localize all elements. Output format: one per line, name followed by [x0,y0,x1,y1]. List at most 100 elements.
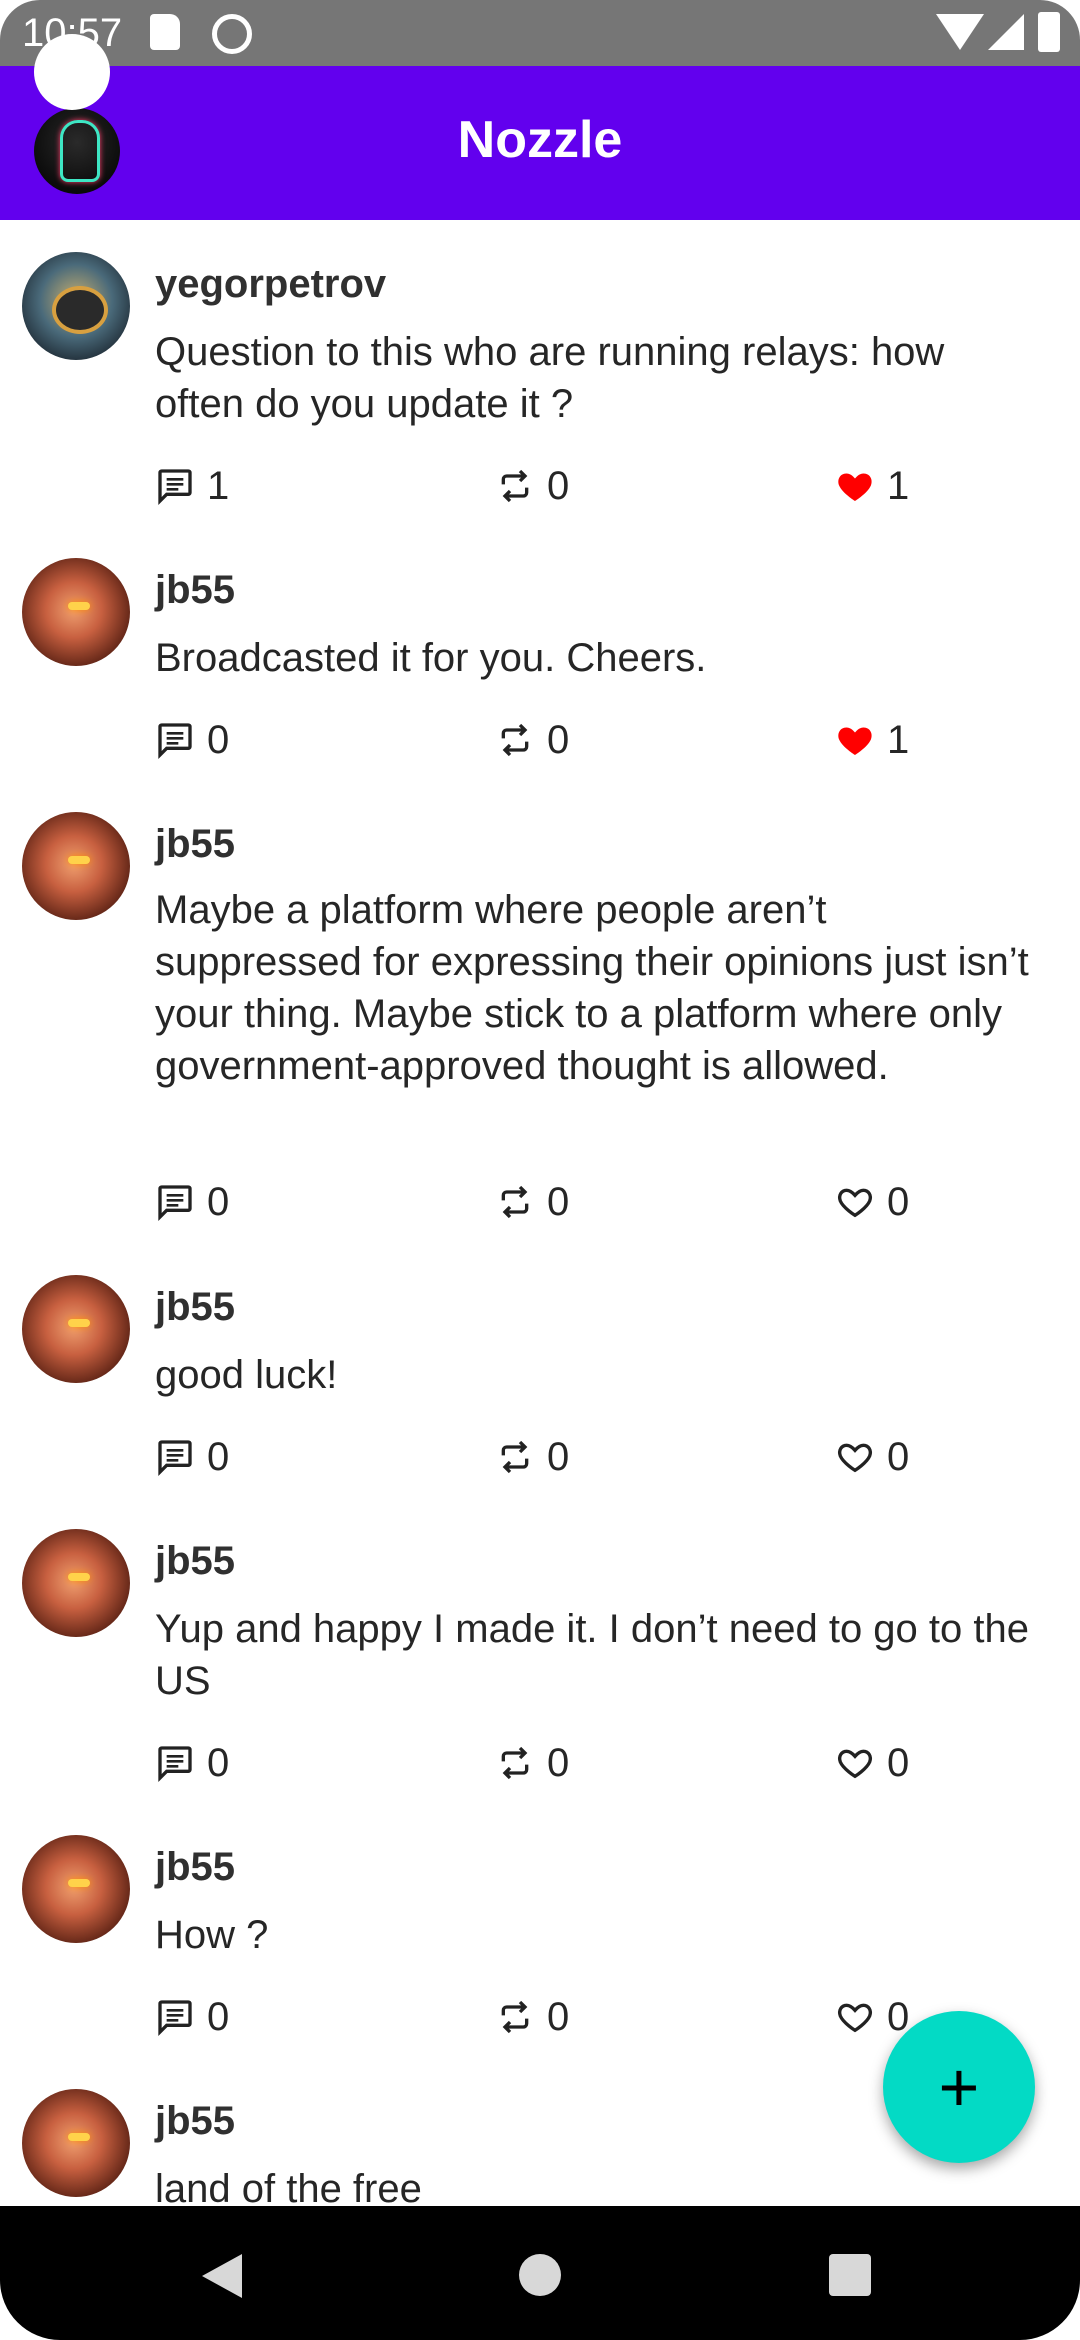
boost-count: 0 [547,463,570,508]
post-text: Broadcasted it for you. Cheers. [155,636,707,680]
reply-button[interactable]: 1 [155,461,229,511]
post-item[interactable]: jb55 How ? 0 0 0 [0,1799,1080,2053]
post-author: jb55 [155,822,236,866]
boost-button[interactable]: 0 [495,715,569,765]
post-text: Question to this who are running relays:… [155,330,945,426]
plus-icon: + [938,2048,980,2126]
like-count: 0 [887,1179,910,1224]
reply-button[interactable]: 0 [155,1738,229,1788]
boost-button[interactable]: 0 [495,1738,569,1788]
like-button[interactable]: 0 [835,1738,909,1788]
boost-count: 0 [547,1179,570,1224]
heart-filled-icon [838,473,872,501]
boost-button[interactable]: 0 [495,1432,569,1482]
battery-icon [1038,12,1060,52]
reply-count: 0 [207,1179,230,1224]
reply-button[interactable]: 0 [155,715,229,765]
post-author: yegorpetrov [155,262,387,306]
comment-icon [158,469,192,506]
avatar[interactable] [22,1529,130,1637]
post-actions: 0 0 0 [155,1177,1035,1227]
post-actions: 0 0 0 [155,1738,1035,1788]
sync-icon [212,14,252,54]
post-item[interactable]: jb55 Maybe a platform where people aren’… [0,776,1080,1239]
post-text: land of the free [155,2167,422,2206]
post-author: jb55 [155,1539,236,1583]
post-item[interactable]: jb55 Yup and happy I made it. I don’t ne… [0,1493,1080,1799]
reply-count: 0 [207,1994,230,2039]
boost-button[interactable]: 0 [495,461,569,511]
post-item[interactable]: jb55 good luck! 0 0 0 [0,1239,1080,1493]
repost-icon [501,1185,529,1219]
post-text: good luck! [155,1353,338,1397]
like-count: 0 [887,1740,910,1785]
like-button[interactable]: 1 [835,715,909,765]
sd-card-icon [150,14,180,50]
like-button[interactable]: 0 [835,1992,909,2042]
avatar[interactable] [22,252,130,360]
recents-icon[interactable] [829,2254,871,2296]
like-button[interactable]: 0 [835,1432,909,1482]
compose-fab[interactable]: + [883,2011,1035,2163]
boost-count: 0 [547,1434,570,1479]
repost-icon [501,2000,529,2034]
reply-count: 0 [207,1740,230,1785]
feed-list[interactable]: yegorpetrov Question to this who are run… [0,220,1080,2206]
reply-button[interactable]: 0 [155,1177,229,1227]
cell-signal-icon [988,14,1024,50]
reply-button[interactable]: 0 [155,1992,229,2042]
post-author: jb55 [155,1285,236,1329]
post-text: Yup and happy I made it. I don’t need to… [155,1607,1029,1703]
heart-outline-icon [838,1443,872,1473]
post-text: Maybe a platform where people aren’t sup… [155,888,1029,1088]
reply-count: 0 [207,1434,230,1479]
camera-cutout [34,34,110,110]
app-bar: Nozzle [0,66,1080,220]
repost-icon [501,1746,529,1780]
status-bar: 10:57 [0,0,1080,66]
like-count: 0 [887,1434,910,1479]
comment-icon [158,1746,192,1783]
system-nav-bar [0,2206,1080,2340]
avatar[interactable] [22,1275,130,1383]
reply-count: 0 [207,717,230,762]
post-author: jb55 [155,568,236,612]
heart-outline-icon [838,1188,872,1218]
like-button[interactable]: 1 [835,461,909,511]
repost-icon [501,723,529,757]
comment-icon [158,1440,192,1477]
post-item[interactable]: yegorpetrov Question to this who are run… [0,220,1080,520]
reply-button[interactable]: 0 [155,1432,229,1482]
boost-count: 0 [547,1994,570,2039]
post-actions: 0 0 1 [155,715,1035,765]
repost-icon [501,1440,529,1474]
post-actions: 1 0 1 [155,461,1035,511]
app-title: Nozzle [457,111,623,169]
avatar[interactable] [22,812,130,920]
boost-button[interactable]: 0 [495,1992,569,2042]
heart-outline-icon [838,2003,872,2033]
comment-icon [158,723,192,760]
post-actions: 0 0 0 [155,1432,1035,1482]
home-icon[interactable] [519,2254,561,2296]
avatar[interactable] [22,2089,130,2197]
boost-count: 0 [547,717,570,762]
like-button[interactable]: 0 [835,1177,909,1227]
avatar[interactable] [22,558,130,666]
comment-icon [158,1185,192,1222]
like-count: 1 [887,463,910,508]
post-item[interactable]: jb55 Broadcasted it for you. Cheers. 0 0… [0,520,1080,776]
post-author: jb55 [155,2099,236,2143]
boost-button[interactable]: 0 [495,1177,569,1227]
heart-filled-icon [838,727,872,755]
wifi-icon [936,14,984,50]
avatar[interactable] [22,1835,130,1943]
like-count: 1 [887,717,910,762]
post-author: jb55 [155,1845,236,1889]
boost-count: 0 [547,1740,570,1785]
reply-count: 1 [207,463,230,508]
heart-outline-icon [838,1749,872,1779]
repost-icon [501,469,529,503]
post-text: How ? [155,1913,269,1957]
back-icon[interactable] [202,2254,242,2298]
